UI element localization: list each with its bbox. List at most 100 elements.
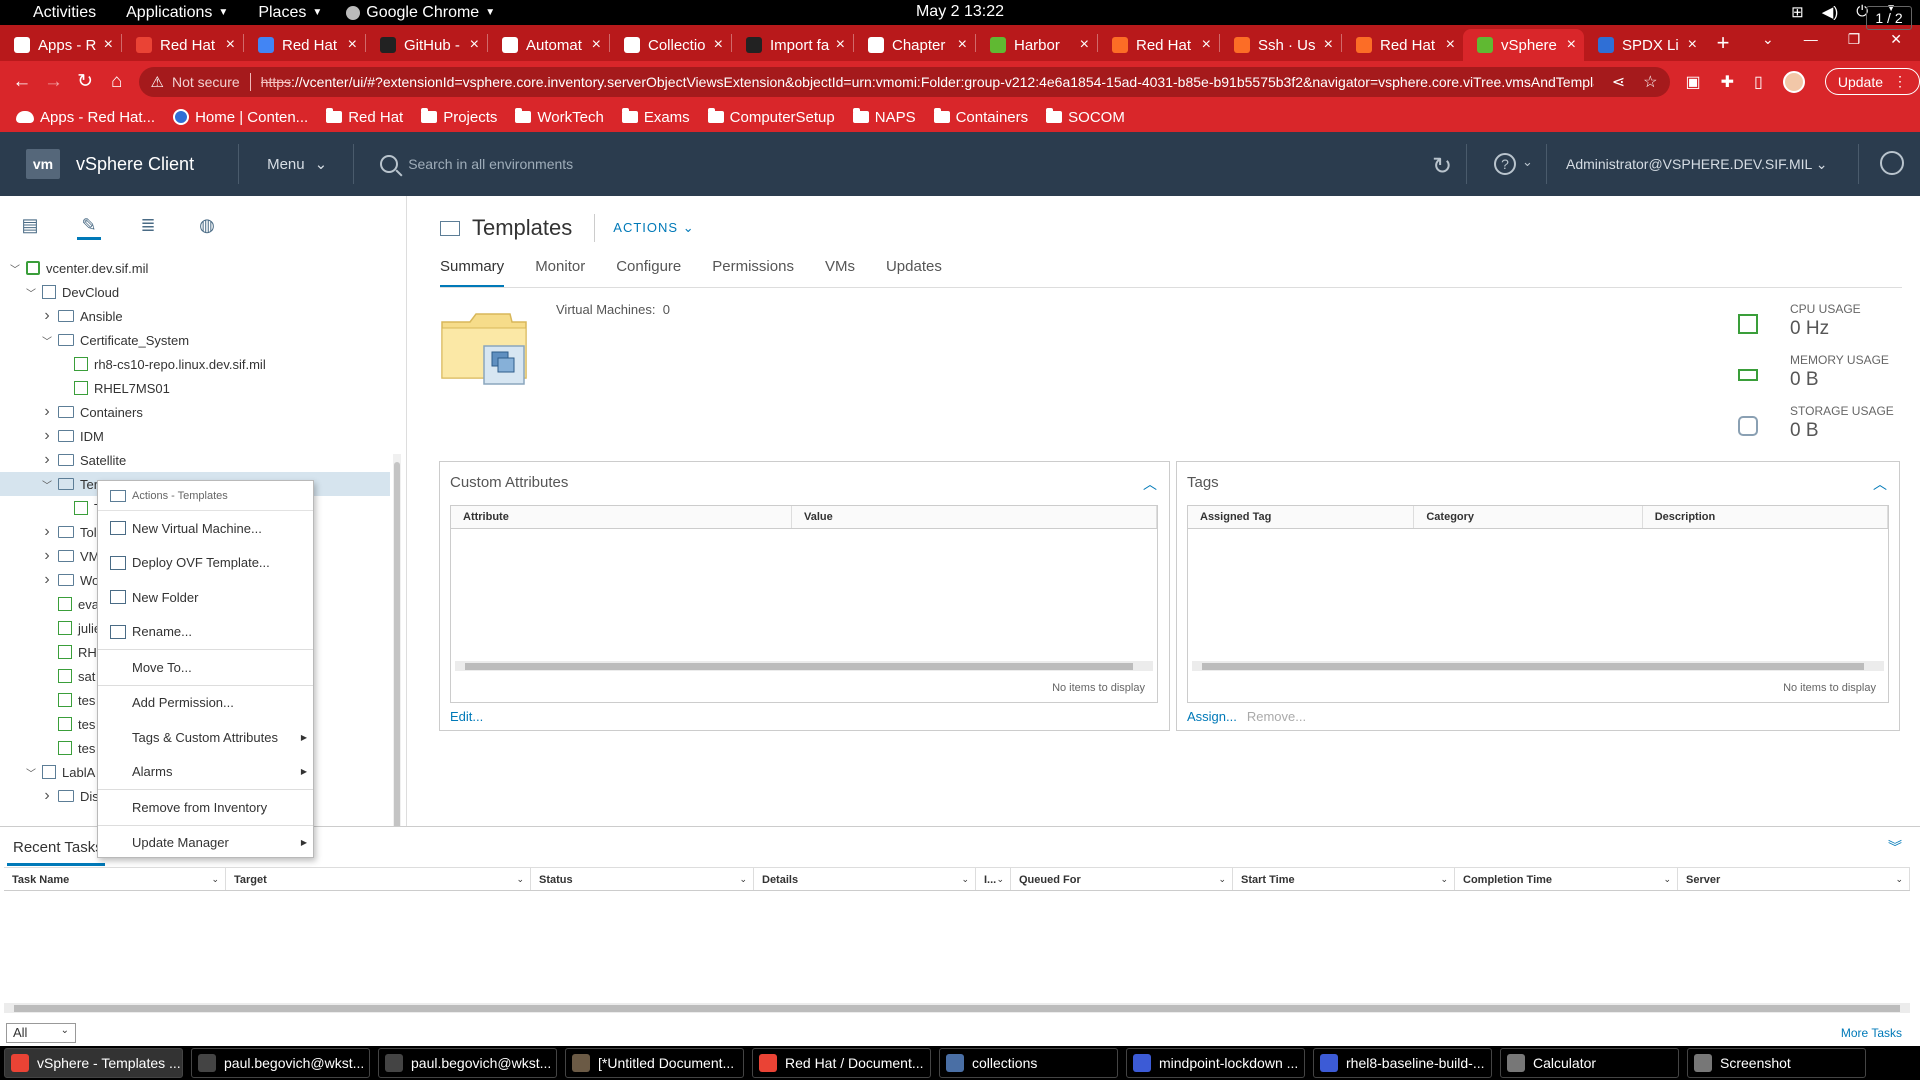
close-icon[interactable]: × — [1080, 36, 1089, 54]
remove-link[interactable]: Remove... — [1247, 709, 1306, 724]
assign-link[interactable]: Assign... — [1187, 709, 1237, 724]
vms-templates-icon[interactable]: ✎ — [77, 215, 101, 240]
tab-vms[interactable]: VMs — [825, 258, 855, 288]
navigator-scrollbar[interactable] — [393, 454, 401, 874]
tree-node[interactable]: RHEL7MS01 — [0, 376, 390, 400]
close-icon[interactable]: ✕ — [1890, 31, 1902, 48]
expand-closed-icon[interactable]: › — [40, 403, 54, 421]
context-menu-item[interactable]: New Folder — [98, 580, 313, 615]
vmware-logo[interactable]: vm — [26, 149, 60, 179]
bookmark-item[interactable]: Red Hat — [326, 108, 403, 126]
taskbar-window[interactable]: vSphere - Templates ... — [4, 1048, 183, 1078]
close-icon[interactable]: × — [1324, 36, 1333, 54]
close-icon[interactable]: × — [1202, 36, 1211, 54]
browser-tab[interactable]: Collectio × — [610, 29, 731, 61]
task-column-header[interactable]: Completion Time ⌄ — [1455, 868, 1678, 890]
puzzle-icon[interactable]: ✚ — [1721, 72, 1734, 92]
workspace-indicator[interactable]: 1 / 2 — [1866, 6, 1912, 30]
context-menu-item[interactable]: New Virtual Machine... — [98, 511, 313, 546]
column-description[interactable]: Description — [1643, 506, 1888, 528]
taskbar-window[interactable]: rhel8-baseline-build-... — [1313, 1048, 1492, 1078]
close-icon[interactable]: × — [226, 36, 235, 54]
expand-closed-icon[interactable]: › — [40, 427, 54, 445]
chevron-down-icon[interactable]: ⌄ — [1663, 874, 1671, 885]
bookmark-star-icon[interactable]: ☆ — [1643, 72, 1657, 92]
maximize-icon[interactable]: ❐ — [1848, 31, 1861, 48]
reload-icon[interactable]: ↻ — [69, 70, 101, 93]
chevron-down-icon[interactable]: ⌄ — [516, 874, 524, 885]
forward-icon[interactable]: → — [38, 71, 70, 93]
browser-tab[interactable]: Chapter × — [854, 29, 975, 61]
close-icon[interactable]: × — [1446, 36, 1455, 54]
applications-menu[interactable]: Applications ▼ — [126, 4, 228, 22]
close-icon[interactable]: × — [348, 36, 357, 54]
global-search[interactable]: Search in all environments — [380, 155, 1380, 173]
user-menu[interactable]: Administrator@VSPHERE.DEV.SIF.MIL ⌄ — [1566, 156, 1827, 173]
task-column-header[interactable]: Details ⌄ — [754, 868, 976, 890]
taskbar-window[interactable]: paul.begovich@wkst... — [191, 1048, 370, 1078]
menu-button[interactable]: Menu ⌄ — [267, 155, 327, 174]
scrollbar-thumb[interactable] — [14, 1005, 1900, 1012]
close-icon[interactable]: × — [836, 36, 845, 54]
not-secure-label[interactable]: Not secure — [172, 74, 240, 90]
feedback-smiley-icon[interactable] — [1880, 151, 1904, 175]
tree-node[interactable]: ﹀ Certificate_System — [0, 328, 390, 352]
tab-search-icon[interactable]: ⌄ — [1762, 31, 1774, 48]
expand-open-icon[interactable]: ﹀ — [24, 765, 38, 780]
context-menu-item[interactable]: Tags & Custom Attributes ▶ — [98, 720, 313, 755]
bookmark-item[interactable]: WorkTech — [515, 108, 604, 126]
tab-monitor[interactable]: Monitor — [535, 258, 585, 288]
horizontal-scrollbar[interactable] — [455, 661, 1153, 671]
task-column-header[interactable]: Start Time ⌄ — [1233, 868, 1455, 890]
edit-link[interactable]: Edit... — [450, 709, 483, 724]
chrome-app-menu[interactable]: Google Chrome ▼ — [346, 4, 495, 22]
activities-button[interactable]: Activities — [33, 4, 96, 22]
hosts-clusters-icon[interactable]: ▤ — [18, 215, 42, 240]
close-icon[interactable]: × — [1688, 36, 1697, 54]
browser-tab[interactable]: Ssh · Us × — [1220, 29, 1341, 61]
side-panel-icon[interactable]: ▯ — [1754, 72, 1763, 92]
context-menu-item[interactable]: Rename... — [98, 615, 313, 650]
context-menu-item[interactable]: Move To... — [98, 650, 313, 685]
chevron-down-icon[interactable]: ⌄ — [1218, 874, 1226, 885]
context-menu-item[interactable]: Add Permission... — [98, 686, 313, 721]
refresh-icon[interactable]: ↻ — [1432, 152, 1452, 181]
expand-closed-icon[interactable]: › — [40, 523, 54, 541]
profile-avatar-icon[interactable] — [1782, 70, 1805, 93]
task-column-header[interactable]: Target ⌄ — [226, 868, 531, 890]
task-column-header[interactable]: I... ⌄ — [976, 868, 1011, 890]
browser-tab[interactable]: Red Hat × — [1342, 29, 1463, 61]
horizontal-scrollbar[interactable] — [1192, 661, 1884, 671]
scrollbar-thumb[interactable] — [394, 462, 400, 862]
help-icon[interactable]: ? — [1494, 153, 1516, 175]
expand-open-icon[interactable]: ﹀ — [40, 333, 54, 348]
expand-closed-icon[interactable]: › — [40, 787, 54, 805]
actions-menu-button[interactable]: ACTIONS ⌄ — [613, 220, 694, 236]
more-tasks-link[interactable]: More Tasks — [1841, 1026, 1902, 1040]
share-icon[interactable]: ⋖ — [1612, 72, 1625, 92]
chevron-down-icon[interactable]: ⌄ — [211, 874, 219, 885]
taskbar-window[interactable]: mindpoint-lockdown ... — [1126, 1048, 1305, 1078]
bookmark-item[interactable]: ComputerSetup — [707, 108, 835, 126]
expand-open-icon[interactable]: ﹀ — [8, 261, 22, 276]
close-icon[interactable]: × — [592, 36, 601, 54]
chevron-down-icon[interactable]: ⌄ — [1440, 874, 1448, 885]
taskbar-window[interactable]: Screenshot — [1687, 1048, 1866, 1078]
bookmark-item[interactable]: Apps - Red Hat... — [16, 109, 155, 126]
column-assigned-tag[interactable]: Assigned Tag — [1188, 506, 1415, 528]
close-icon[interactable]: × — [470, 36, 479, 54]
taskbar-window[interactable]: Calculator — [1500, 1048, 1679, 1078]
recent-tasks-tab[interactable]: Recent Tasks — [13, 839, 103, 856]
browser-tab[interactable]: Import fa × — [732, 29, 853, 61]
browser-tab[interactable]: vSphere × — [1463, 29, 1584, 61]
bookmark-item[interactable]: Projects — [421, 108, 497, 126]
back-icon[interactable]: ← — [6, 71, 38, 93]
scrollbar-thumb[interactable] — [465, 663, 1133, 670]
tree-node[interactable]: rh8-cs10-repo.linux.dev.sif.mil — [0, 352, 390, 376]
tree-node[interactable]: ﹀ vcenter.dev.sif.mil — [0, 256, 390, 280]
bookmark-item[interactable]: NAPS — [852, 108, 916, 126]
context-menu-item[interactable]: Update Manager ▶ — [98, 826, 313, 861]
browser-tab[interactable]: SPDX Li × — [1584, 29, 1705, 61]
column-category[interactable]: Category — [1414, 506, 1643, 528]
context-menu-item[interactable]: Alarms ▶ — [98, 755, 313, 790]
